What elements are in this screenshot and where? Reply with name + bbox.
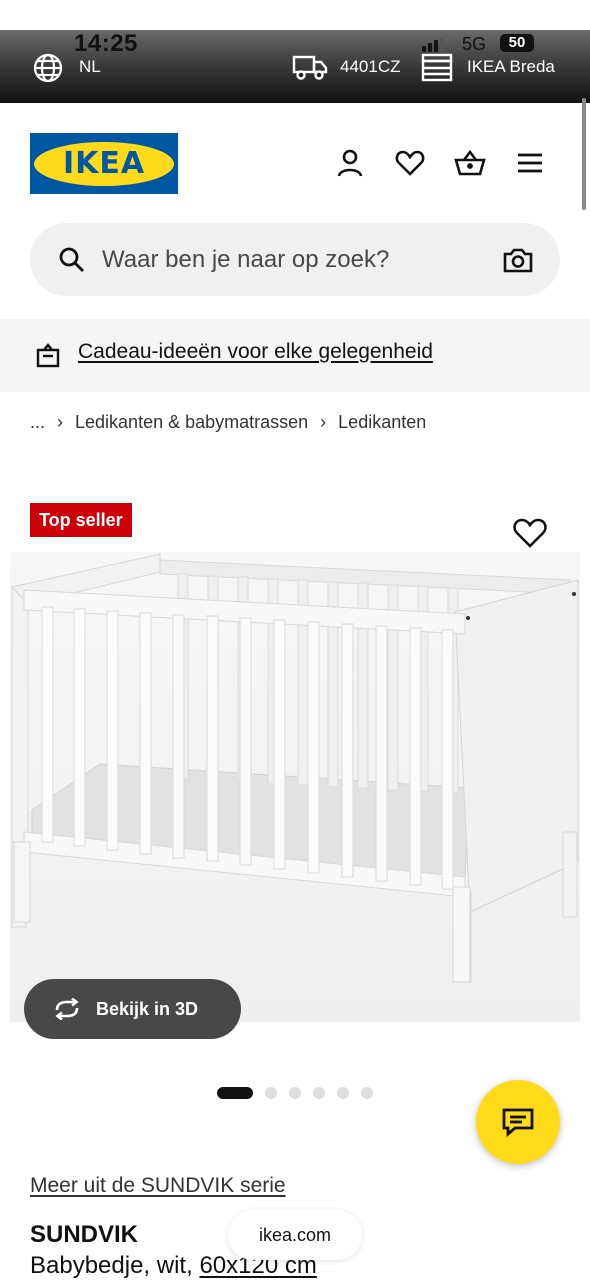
top-safe-area	[0, 0, 590, 30]
search-bar[interactable]	[30, 223, 560, 296]
postcode-label[interactable]: 4401CZ	[340, 57, 400, 77]
carousel-dot-active[interactable]	[217, 1087, 253, 1099]
carousel-dot[interactable]	[289, 1087, 301, 1099]
user-icon[interactable]	[333, 146, 367, 180]
browser-url-pill[interactable]: ikea.com	[228, 1210, 362, 1260]
status-time: 14:25	[74, 30, 138, 57]
logo-oval: IKEA	[34, 141, 174, 186]
image-carousel-dots[interactable]	[217, 1087, 373, 1099]
gift-box-icon	[36, 343, 60, 368]
signal-icon	[422, 36, 444, 52]
store-name-label[interactable]: IKEA Breda	[467, 57, 555, 77]
breadcrumb: ... › Ledikanten & babymatrassen › Ledik…	[30, 412, 426, 433]
basket-icon[interactable]	[453, 146, 487, 180]
carousel-dot[interactable]	[265, 1087, 277, 1099]
breadcrumb-ellipsis[interactable]: ...	[30, 412, 45, 433]
menu-icon[interactable]	[513, 146, 547, 180]
rotate-3d-icon	[55, 998, 79, 1020]
network-label: 5G	[462, 34, 487, 54]
chat-bubble-icon	[502, 1108, 534, 1137]
view-in-3d-button[interactable]: Bekijk in 3D	[24, 979, 241, 1039]
chat-button[interactable]	[476, 1080, 560, 1164]
breadcrumb-item-category[interactable]: Ledikanten & babymatrassen	[75, 412, 308, 433]
carousel-dot[interactable]	[337, 1087, 349, 1099]
logo-text: IKEA	[62, 146, 146, 181]
chevron-right-icon: ›	[57, 412, 64, 432]
top-seller-badge: Top seller	[30, 503, 132, 537]
add-to-favourites-heart-icon[interactable]	[512, 516, 548, 550]
battery-icon: 50	[500, 34, 534, 52]
search-input[interactable]	[102, 223, 492, 296]
carousel-dot[interactable]	[313, 1087, 325, 1099]
product-image[interactable]	[10, 552, 580, 1022]
product-description-text: Babybedje, wit,	[30, 1252, 200, 1279]
promo-link[interactable]: Cadeau-ideeën voor elke gelegenheid	[78, 340, 433, 364]
page-scrollbar[interactable]	[582, 98, 586, 210]
heart-icon[interactable]	[393, 146, 427, 180]
store-icon[interactable]	[420, 52, 454, 82]
carousel-dot[interactable]	[361, 1087, 373, 1099]
view-in-3d-label: Bekijk in 3D	[96, 998, 199, 1019]
series-link[interactable]: Meer uit de SUNDVIK serie	[30, 1174, 286, 1198]
delivery-truck-icon[interactable]	[292, 52, 328, 82]
status-bar: 14:25 5G 50 NL 4401CZ IKEA Breda	[0, 30, 590, 103]
language-label[interactable]: NL	[79, 57, 101, 77]
chevron-right-icon: ›	[320, 412, 327, 432]
ikea-logo[interactable]: IKEA	[30, 133, 178, 194]
product-name: SUNDVIK	[30, 1221, 139, 1248]
search-icon	[59, 247, 84, 272]
globe-icon[interactable]	[32, 52, 64, 84]
promo-banner[interactable]: Cadeau-ideeën voor elke gelegenheid	[0, 319, 590, 392]
camera-icon[interactable]	[502, 245, 534, 275]
breadcrumb-item-current[interactable]: Ledikanten	[338, 412, 426, 433]
